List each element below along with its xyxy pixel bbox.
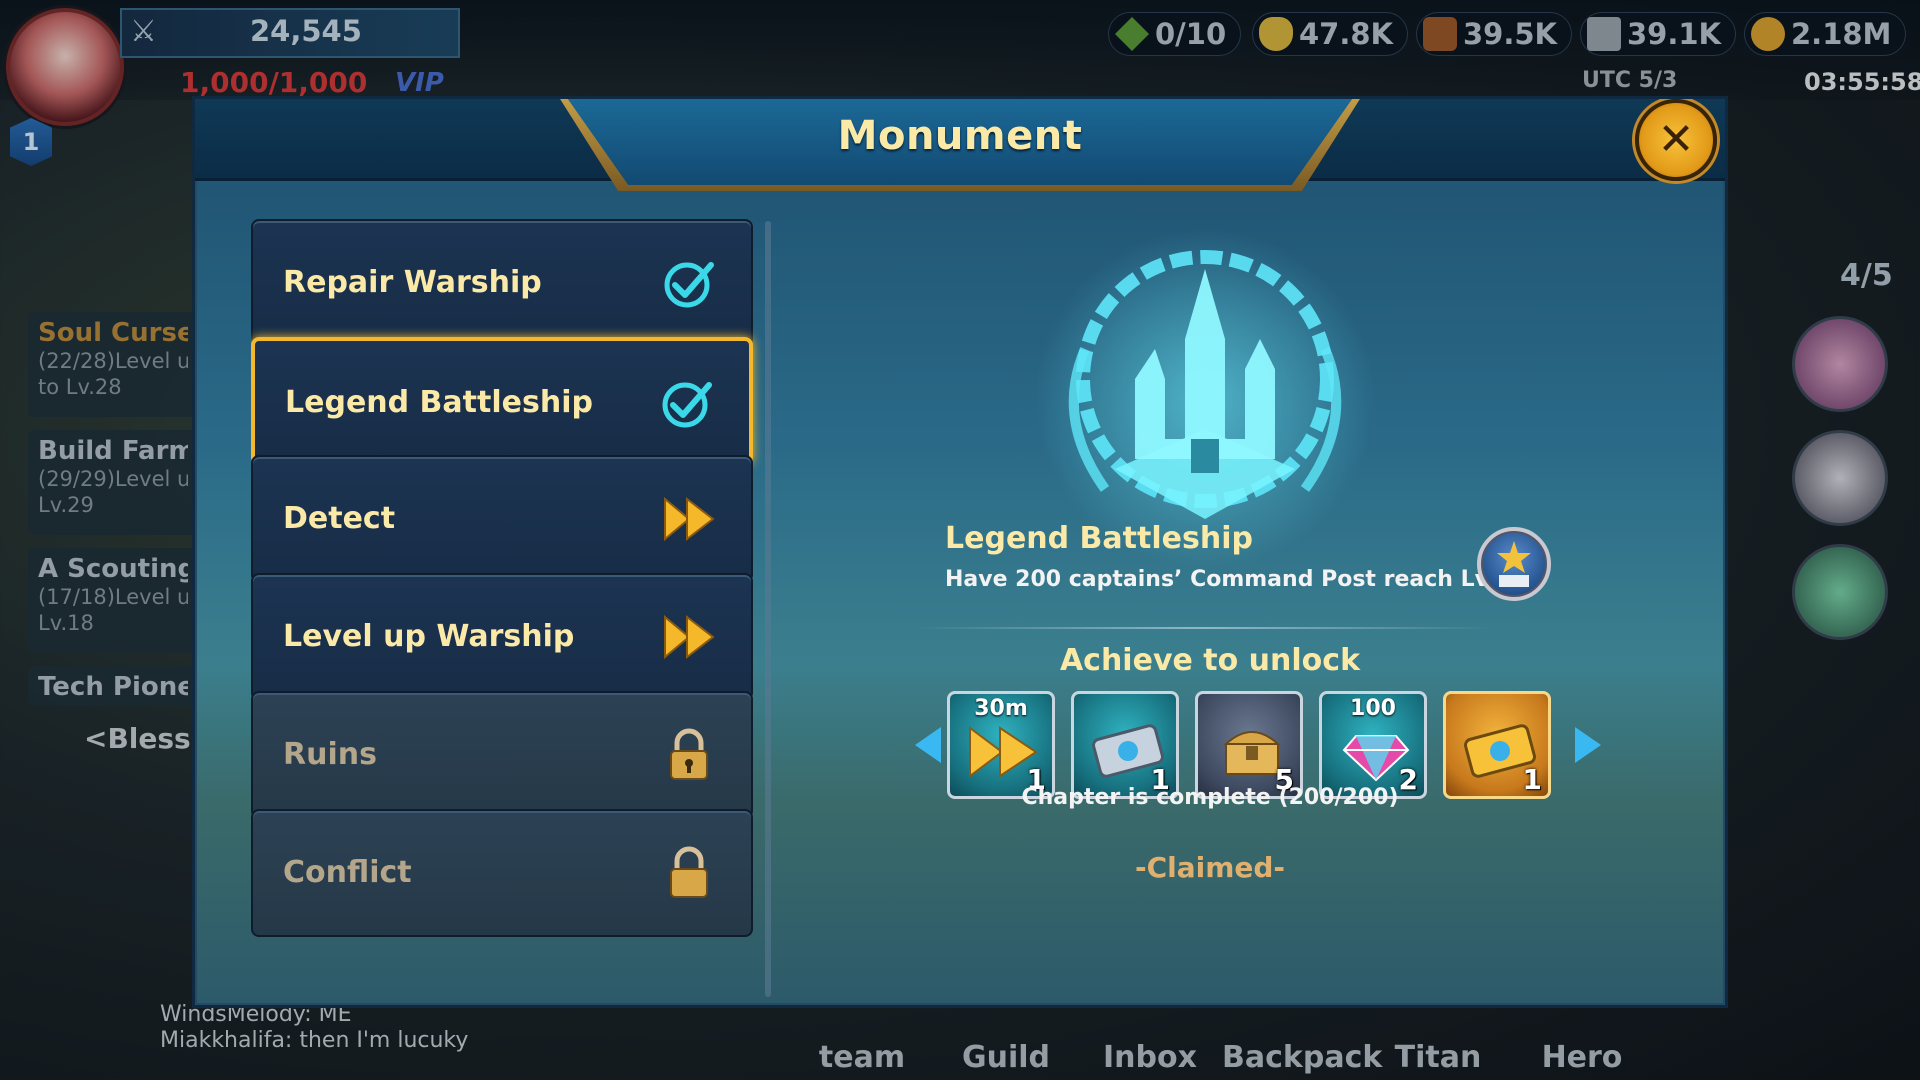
- chapter-item-repair-warship[interactable]: Repair Warship: [251, 219, 753, 347]
- medal-icon: [1477, 527, 1551, 601]
- checkmark-icon: [664, 262, 714, 308]
- list-scrollbar[interactable]: [765, 221, 771, 997]
- checkmark-icon: [662, 382, 712, 428]
- close-icon: ✕: [1657, 114, 1695, 165]
- monument-modal: Monument ✕ Repair Warship Legend Battles…: [192, 96, 1728, 1008]
- chapter-progress: Chapter is complete (200/200): [1021, 785, 1399, 810]
- chapter-item-detect[interactable]: Detect: [251, 455, 753, 583]
- lock-icon: [670, 728, 708, 780]
- reward-gems[interactable]: 100 2: [1319, 691, 1427, 799]
- chapter-item-legend-battleship[interactable]: Legend Battleship: [251, 337, 753, 465]
- close-button[interactable]: ✕: [1635, 99, 1717, 181]
- reward-speedup[interactable]: 30m 1: [947, 691, 1055, 799]
- chapter-item-conflict[interactable]: Conflict: [251, 809, 753, 937]
- chapter-list[interactable]: Repair Warship Legend Battleship Detect …: [251, 219, 767, 999]
- chapter-item-ruins[interactable]: Ruins: [251, 691, 753, 819]
- chapter-item-level-up-warship[interactable]: Level up Warship: [251, 573, 753, 701]
- reward-silver-ticket[interactable]: 1: [1071, 691, 1179, 799]
- fast-forward-icon: [664, 496, 715, 542]
- unlock-heading: Achieve to unlock: [1059, 643, 1361, 678]
- achievement-title: Legend Battleship: [945, 521, 1253, 556]
- rewards-next-arrow[interactable]: [1575, 727, 1601, 763]
- fast-forward-icon: [664, 614, 715, 660]
- divider: [915, 627, 1495, 629]
- reward-treasure-chest[interactable]: 5: [1195, 691, 1303, 799]
- claimed-status: -Claimed-: [1134, 851, 1286, 884]
- rewards-prev-arrow[interactable]: [915, 727, 941, 763]
- reward-gold-ticket[interactable]: 1: [1443, 691, 1551, 799]
- modal-title: Monument: [837, 113, 1083, 159]
- lock-icon: [670, 846, 708, 898]
- achievement-description: Have 200 captains’ Command Post reach Lv…: [945, 567, 1527, 592]
